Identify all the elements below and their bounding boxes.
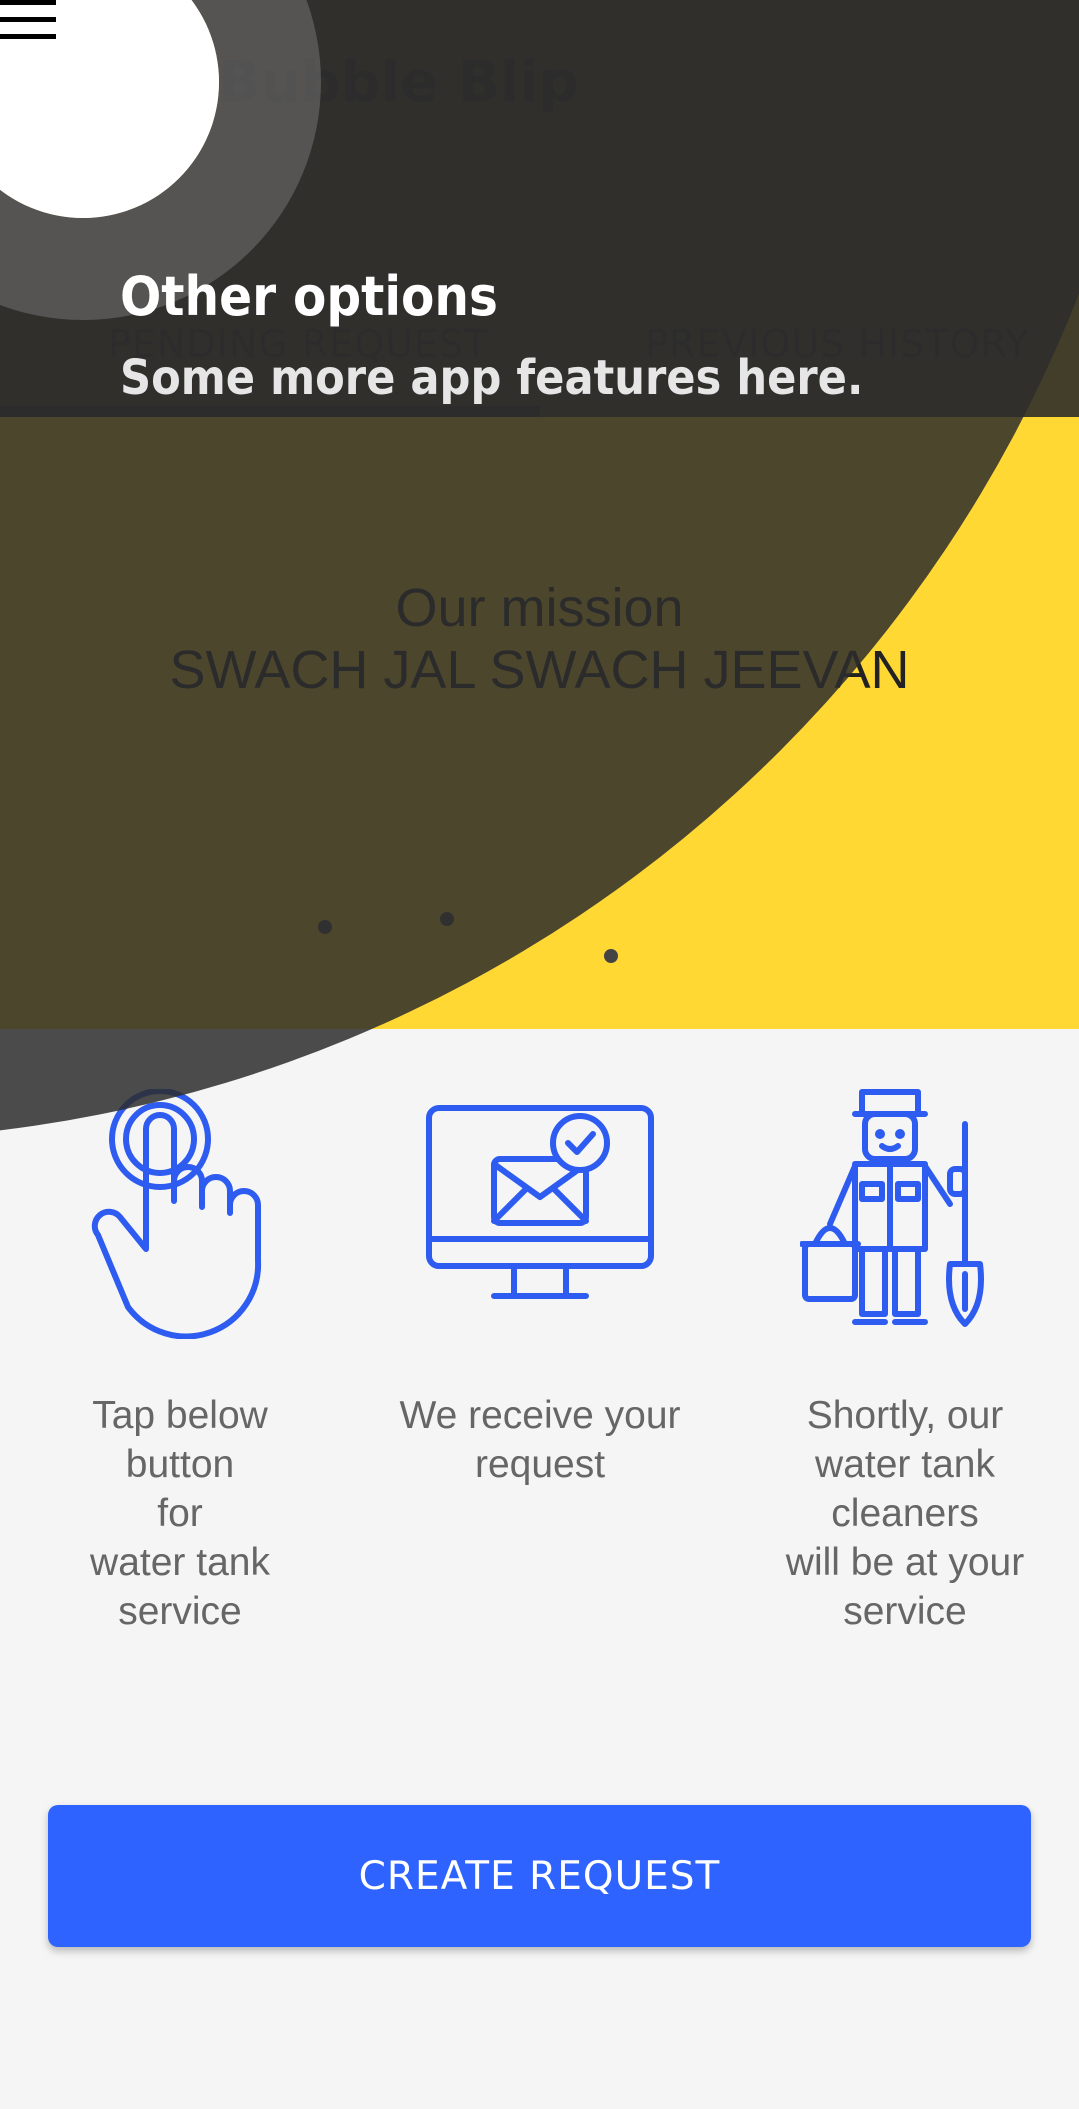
pager-dot xyxy=(604,949,618,963)
pager-dot xyxy=(318,920,332,934)
tab-indicator xyxy=(0,406,540,417)
pager-dot xyxy=(440,912,454,926)
monitor-mail-check-icon xyxy=(424,1089,656,1318)
step-2-text: We receive your request xyxy=(399,1394,681,1486)
tab-previous-history[interactable]: PREVIOUS HISTORY xyxy=(645,322,1030,366)
mission-title: Our mission xyxy=(395,578,684,638)
menu-button[interactable] xyxy=(0,0,170,170)
step-3-text: Shortly, our water tank cleaners will be… xyxy=(785,1394,1025,1633)
step-1-text: Tap below button for water tank service xyxy=(90,1394,270,1633)
tap-finger-icon xyxy=(80,1088,280,1343)
mission-subtitle: SWACH JAL SWACH JEEVAN xyxy=(169,640,910,700)
tab-pending-request[interactable]: PENDING REQUEST xyxy=(108,322,488,366)
create-request-button[interactable]: CREATE REQUEST xyxy=(48,1805,1031,1947)
cleaner-worker-icon xyxy=(799,1084,1000,1338)
app-title: Bubble Blip xyxy=(218,50,579,115)
footer-text-partial xyxy=(60,2088,1040,2109)
tab-bar: PENDING REQUEST PREVIOUS HISTORY xyxy=(0,300,1079,417)
mission-banner[interactable]: Our mission SWACH JAL SWACH JEEVAN xyxy=(0,417,1079,1029)
hamburger-menu-icon xyxy=(0,0,56,39)
